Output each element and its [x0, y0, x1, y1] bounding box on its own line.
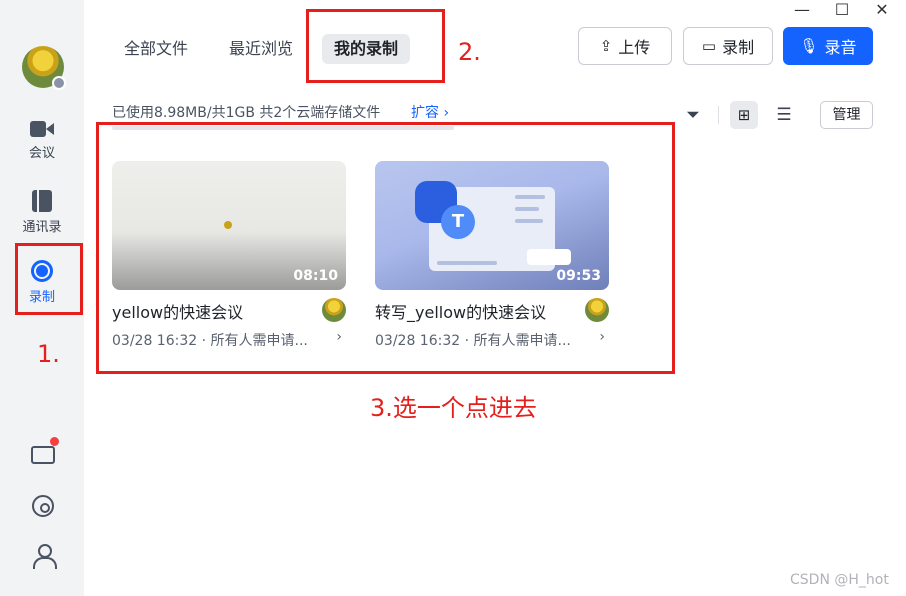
- microphone-icon: 🎙: [799, 37, 819, 55]
- notification-dot: [50, 437, 59, 446]
- sidebar-item-label: 会议: [28, 146, 55, 161]
- record-button[interactable]: ▭ 录制: [683, 27, 773, 65]
- annotation-step2: 2.: [458, 38, 481, 66]
- annotation-box-step1: [15, 243, 83, 315]
- address-book-icon: [32, 190, 52, 212]
- maximize-button[interactable]: ☐: [832, 0, 852, 20]
- toolbar-divider: [718, 106, 719, 124]
- mail-icon[interactable]: [31, 446, 55, 464]
- upload-button[interactable]: ⇪ 上传: [578, 27, 672, 65]
- avatar-status-badge: [52, 76, 66, 90]
- expand-storage-link[interactable]: 扩容 ›: [411, 102, 449, 122]
- tab-recent[interactable]: 最近浏览: [229, 34, 293, 64]
- manage-button[interactable]: 管理: [820, 101, 873, 129]
- tab-all-files[interactable]: 全部文件: [124, 34, 188, 64]
- sidebar-item-contacts[interactable]: 通讯录: [10, 190, 74, 250]
- sidebar-item-label: 通讯录: [22, 220, 62, 235]
- close-button[interactable]: ✕: [872, 0, 892, 20]
- video-camera-icon: [30, 120, 54, 138]
- settings-icon[interactable]: [32, 495, 54, 517]
- annotation-step3: 3.选一个点进去: [370, 394, 537, 422]
- filter-icon[interactable]: ⏷: [682, 104, 704, 126]
- user-switch-icon[interactable]: [33, 544, 59, 570]
- list-view-icon[interactable]: ☰: [773, 104, 795, 126]
- storage-info: 已使用8.98MB/共1GB 共2个云端存储文件: [112, 105, 381, 121]
- grid-view-icon[interactable]: ⊞: [730, 101, 758, 129]
- annotation-box-step2: [306, 9, 445, 83]
- audio-record-button[interactable]: 🎙 录音: [783, 27, 873, 65]
- minimize-button[interactable]: —: [792, 0, 812, 20]
- video-record-icon: ▭: [701, 37, 717, 55]
- upload-icon: ⇪: [599, 37, 613, 55]
- sidebar-item-meeting[interactable]: 会议: [10, 120, 74, 180]
- record-label: 录制: [722, 38, 755, 57]
- audio-label: 录音: [824, 38, 857, 57]
- upload-label: 上传: [618, 38, 651, 57]
- annotation-step1: 1.: [37, 340, 60, 368]
- annotation-box-step3: [96, 122, 675, 374]
- watermark: CSDN @H_hot: [790, 572, 889, 588]
